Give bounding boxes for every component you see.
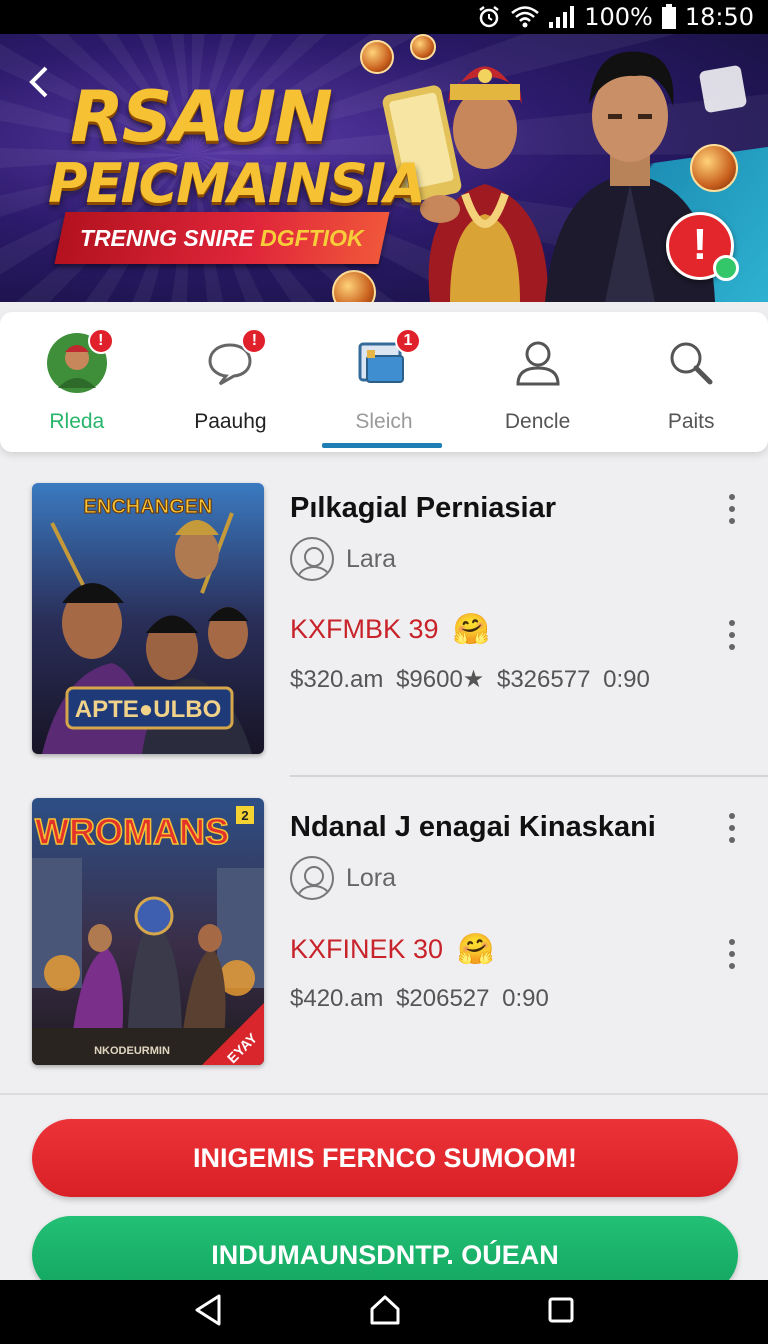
- item-title[interactable]: Ndanal J enagai Kinaskani: [290, 811, 656, 844]
- tab-sleich[interactable]: 1 Sleich: [307, 312, 461, 452]
- author-row[interactable]: Lora: [290, 856, 396, 900]
- tab-label: Dencle: [504, 410, 571, 433]
- more-options-icon[interactable]: [724, 939, 740, 969]
- price-row: $320.am $9600★ $326577 0:90: [290, 666, 650, 693]
- back-button[interactable]: [26, 64, 54, 100]
- tab-dencle[interactable]: Dencle: [461, 312, 615, 452]
- alert-symbol: !: [692, 220, 708, 269]
- home-nav-icon[interactable]: [368, 1293, 402, 1332]
- item-code: KXFINEK 30: [290, 934, 444, 964]
- tab-rleda[interactable]: ! Rleda: [0, 312, 154, 452]
- hero-subtitle: PEICMAINSIA: [48, 152, 426, 215]
- primary-action-button[interactable]: INIGEMIS FERNCO SUMOOM!: [32, 1119, 738, 1197]
- tab-label: Sleich: [355, 410, 413, 433]
- back-nav-icon[interactable]: [193, 1293, 223, 1332]
- item-title[interactable]: Pılkagial Perniasiar: [290, 492, 556, 525]
- tab-paits[interactable]: Paits: [614, 312, 768, 452]
- category-tab-bar: ! Rleda ! Paauhg 1 Sleich Dencle Paits: [0, 312, 768, 452]
- battery-icon: [661, 4, 677, 30]
- alarm-icon: [476, 4, 502, 30]
- cover-image[interactable]: APTE●ULBO ENCHANGEN: [32, 483, 264, 754]
- alert-badge[interactable]: !: [666, 212, 739, 281]
- emoji-icon: 🤗: [457, 933, 495, 966]
- notification-badge: 1: [394, 328, 421, 354]
- more-options-icon[interactable]: [724, 620, 740, 650]
- hero-banner[interactable]: RSAUN PEICMAINSIA TRENNG SNIRE DGFTIOK !: [0, 34, 768, 302]
- more-options-icon[interactable]: [724, 813, 740, 843]
- tab-label: Paits: [667, 410, 715, 433]
- user-avatar-icon: [290, 856, 334, 900]
- code-row: KXFINEK 30 🤗: [290, 932, 494, 967]
- search-icon: [660, 332, 722, 394]
- tab-label: Rleda: [49, 410, 105, 433]
- cover-image[interactable]: WROMANS 2 NKODEURMIN EYAY: [32, 798, 264, 1065]
- system-nav-bar: [0, 1280, 768, 1344]
- emoji-icon: 🤗: [452, 613, 490, 646]
- wifi-icon: [510, 5, 540, 29]
- more-options-icon[interactable]: [724, 494, 740, 524]
- divider: [0, 1093, 768, 1095]
- hero-title: RSAUN: [70, 76, 333, 158]
- author-name: Lara: [346, 544, 397, 573]
- price-row: $420.am $206527 0:90: [290, 985, 549, 1012]
- avatar-icon: !: [46, 328, 114, 394]
- cover-top-text: WROMANS: [35, 811, 229, 852]
- cover-badge: 2: [241, 808, 248, 823]
- user-avatar-icon: [290, 537, 334, 581]
- item-code: KXFMBK 39: [290, 614, 439, 644]
- active-tab-indicator: [322, 443, 442, 448]
- app-screen: 100% 18:50 RSAUN PEICMAINSIA TRENNG SNIR…: [0, 0, 768, 1344]
- hero-ribbon: TRENNG SNIRE DGFTIOK: [54, 212, 390, 264]
- author-row[interactable]: Lara: [290, 537, 396, 581]
- code-row: KXFMBK 39 🤗: [290, 612, 490, 647]
- cover-bottom-text: NKODEURMIN: [94, 1045, 170, 1057]
- tab-label: Paauhg: [194, 410, 267, 433]
- online-indicator: [713, 255, 739, 281]
- battery-percent: 100%: [584, 3, 653, 31]
- status-bar: 100% 18:50: [0, 0, 768, 34]
- cover-bottom-text: APTE●ULBO: [75, 696, 222, 723]
- ribbon-highlight: DGFTIOK: [260, 224, 364, 251]
- notification-badge: !: [87, 328, 114, 354]
- ribbon-text: TRENNG SNIRE: [80, 224, 254, 251]
- chat-bubble-icon: !: [199, 328, 268, 394]
- photo-icon[interactable]: [698, 64, 748, 114]
- recents-nav-icon[interactable]: [547, 1296, 575, 1329]
- author-name: Lora: [346, 863, 397, 892]
- tablet-icon: 1: [353, 328, 421, 394]
- cover-top-text: ENCHANGEN: [84, 496, 213, 518]
- tab-paauhg[interactable]: ! Paauhg: [154, 312, 308, 452]
- clock: 18:50: [684, 3, 754, 31]
- notification-badge: !: [241, 328, 268, 354]
- person-icon: [507, 332, 569, 394]
- signal-icon: [548, 5, 576, 29]
- divider: [290, 775, 768, 777]
